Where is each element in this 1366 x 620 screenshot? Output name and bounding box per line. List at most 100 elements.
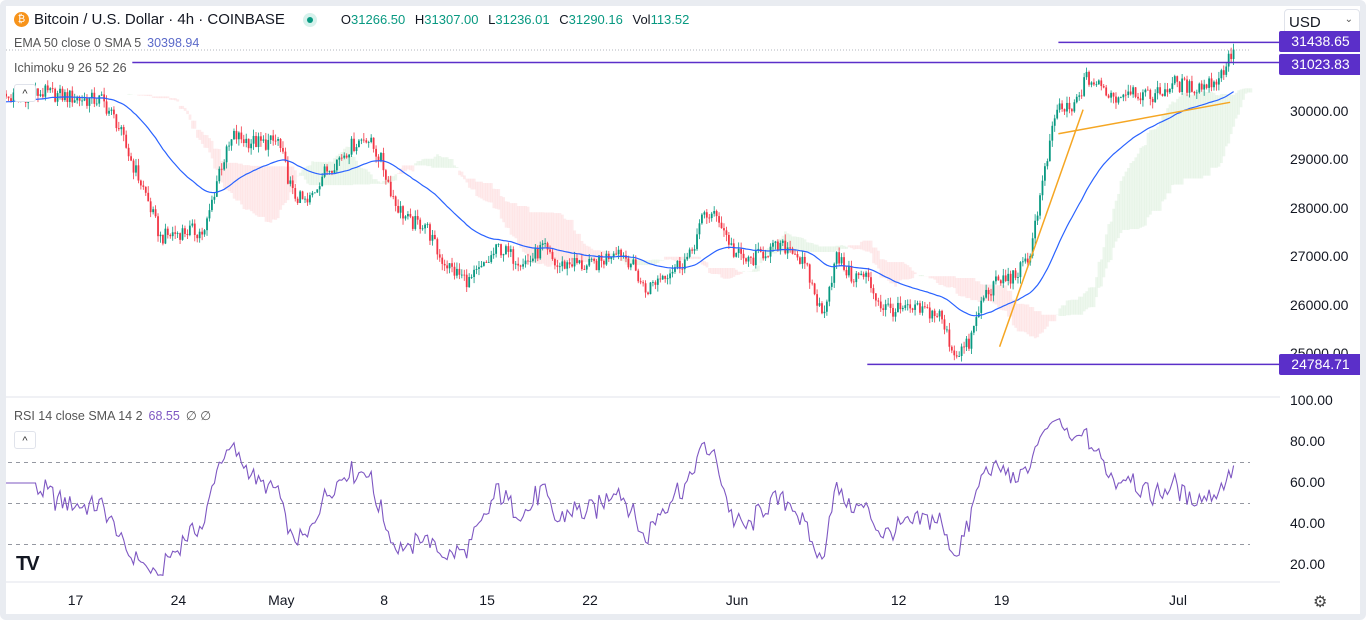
candle-body — [44, 85, 47, 97]
tradingview-logo[interactable]: TV — [16, 553, 40, 576]
rsi-value: 68.55 — [148, 409, 180, 423]
rsi-line — [0, 417, 1235, 576]
cloud-segment — [240, 163, 243, 205]
candle-body — [323, 166, 326, 177]
candle-body — [130, 156, 132, 161]
time-tick-label: May — [268, 592, 295, 608]
cloud-segment — [904, 263, 907, 280]
cloud-segment — [200, 131, 204, 144]
candle-body — [909, 304, 912, 309]
candle-body — [433, 234, 436, 240]
cloud-segment — [137, 94, 140, 96]
cloud-segment — [950, 276, 954, 288]
cloud-segment — [801, 237, 804, 252]
candle-body — [1078, 95, 1081, 97]
candle-body — [375, 148, 377, 157]
candle-body — [198, 231, 201, 239]
candle-body — [585, 265, 588, 270]
cloud-segment — [171, 98, 175, 100]
candle-body — [392, 196, 395, 197]
candle-body — [242, 139, 245, 144]
candle-body — [453, 266, 456, 276]
cloud-segment — [1021, 303, 1025, 332]
candle-body — [750, 256, 752, 258]
cloud-segment — [178, 105, 182, 109]
rsi-legend[interactable]: RSI 14 close SMA 14 2 68.55 ∅ ∅ — [14, 408, 211, 423]
candle-body — [576, 258, 578, 264]
cloud-segment — [928, 276, 932, 279]
candle-body — [83, 98, 86, 101]
candle-body — [813, 283, 816, 295]
cloud-segment — [1112, 208, 1116, 248]
candle-body — [321, 176, 324, 187]
candle-body — [968, 338, 970, 349]
cloud-segment — [908, 267, 912, 279]
candle-body — [345, 155, 348, 158]
candle-body — [1046, 161, 1049, 167]
cloud-segment — [757, 265, 760, 272]
cloud-segment — [695, 256, 699, 259]
candle-body — [159, 234, 162, 237]
candle-body — [605, 253, 608, 265]
cloud-segment — [480, 181, 483, 199]
gear-icon[interactable]: ⚙ — [1313, 592, 1327, 612]
cloud-segment — [252, 165, 256, 214]
cloud-segment — [1033, 311, 1037, 339]
cloud-segment — [1104, 234, 1108, 269]
symbol-title[interactable]: Bitcoin / U.S. Dollar · 4h · COINBASE — [34, 11, 285, 28]
candle-body — [456, 268, 458, 276]
cloud-segment — [931, 276, 934, 279]
cloud-segment — [269, 166, 273, 223]
candle-body — [1100, 80, 1103, 87]
candle-body — [1056, 109, 1059, 119]
candle-body — [311, 192, 314, 196]
collapse-legend-button[interactable]: ^ — [14, 84, 36, 102]
cloud-segment — [259, 165, 263, 217]
cloud-segment — [193, 120, 197, 129]
candle-body — [549, 249, 551, 252]
candle-body — [304, 198, 306, 200]
candle-body — [1132, 87, 1135, 95]
candle-body — [260, 136, 262, 141]
cloud-segment — [423, 158, 427, 166]
candle-body — [100, 94, 103, 96]
cloud-segment — [1063, 305, 1067, 316]
cloud-segment — [639, 260, 643, 266]
cloud-segment — [850, 245, 853, 249]
candle-body — [946, 329, 948, 331]
candle-body — [1225, 66, 1228, 75]
candle-body — [784, 240, 787, 254]
cloud-segment — [1178, 96, 1182, 185]
cloud-segment — [975, 281, 978, 301]
cloud-segment — [867, 240, 871, 252]
candle-body — [654, 282, 657, 285]
candle-body — [485, 262, 488, 263]
candle-body — [1156, 87, 1159, 94]
candle-body — [132, 160, 135, 173]
candle-body — [1161, 93, 1164, 96]
candle-body — [1198, 83, 1201, 93]
cloud-segment — [901, 262, 905, 280]
cloud-segment — [1087, 287, 1091, 308]
cloud-segment — [382, 181, 385, 184]
candle-body — [171, 232, 174, 237]
cloud-segment — [710, 267, 714, 274]
candle-body — [179, 233, 181, 240]
candle-body — [725, 230, 728, 235]
ema-legend[interactable]: EMA 50 close 0 SMA 5 30398.94 — [14, 36, 199, 50]
cloud-segment — [933, 276, 937, 280]
candle-body — [720, 222, 723, 229]
ichimoku-legend[interactable]: Ichimoku 9 26 52 26 — [14, 61, 127, 75]
candle-body — [975, 317, 978, 326]
cloud-segment — [445, 157, 449, 168]
cloud-segment — [1239, 89, 1243, 108]
cloud-segment — [972, 278, 976, 301]
candle-body — [615, 253, 618, 255]
candle-body — [1097, 80, 1100, 85]
collapse-rsi-legend-button[interactable]: ^ — [14, 431, 36, 449]
cloud-segment — [673, 256, 677, 262]
candle-body — [404, 216, 407, 219]
cloud-segment — [585, 245, 589, 263]
cloud-segment — [671, 256, 675, 261]
chart-canvas[interactable] — [0, 0, 1280, 620]
